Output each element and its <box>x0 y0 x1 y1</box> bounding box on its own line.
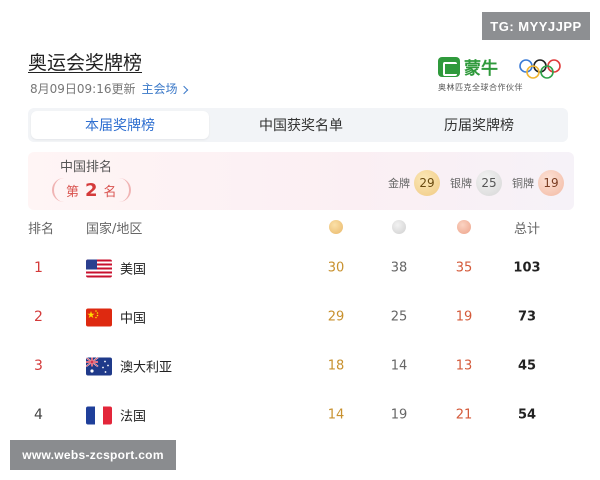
bronze-medal-icon <box>457 220 471 234</box>
chevron-right-icon <box>179 85 188 95</box>
country-name: 法国 <box>120 409 147 425</box>
total-count: 54 <box>517 407 537 423</box>
row-country: 中国 <box>86 308 146 327</box>
china-gold-summary: 金牌 29 <box>388 170 440 196</box>
sponsor-block: 蒙牛 奥林匹克全球合作伙伴 <box>438 54 568 94</box>
gold-medal-icon: 29 <box>414 170 440 196</box>
bronze-count: 21 <box>455 407 473 423</box>
table-header: 排名 国家/地区 总计 <box>22 218 578 242</box>
row-rank: 3 <box>34 358 43 374</box>
china-bronze-summary: 铜牌 19 <box>512 170 564 196</box>
rank-prefix: 第 <box>66 184 80 200</box>
gold-count: 29 <box>327 309 345 325</box>
gold-count: 18 <box>327 358 345 374</box>
bronze-label: 铜牌 <box>512 177 534 190</box>
fr-flag-icon <box>86 406 112 424</box>
china-rank-label: 中国排名 <box>60 160 113 175</box>
gold-count: 30 <box>327 260 345 276</box>
total-count: 103 <box>513 260 541 276</box>
table-row[interactable]: 1 美国 30 38 35 103 <box>22 244 578 292</box>
row-rank: 2 <box>34 309 43 325</box>
sponsor-brand: 蒙牛 <box>464 59 498 79</box>
row-country: 美国 <box>86 259 146 278</box>
update-time: 8月09日09:16更新 <box>30 82 136 96</box>
silver-label: 银牌 <box>450 177 472 190</box>
china-silver-summary: 银牌 25 <box>450 170 502 196</box>
country-name: 澳大利亚 <box>120 360 173 376</box>
country-name: 中国 <box>120 311 147 327</box>
au-flag-icon <box>86 357 112 375</box>
gold-count: 14 <box>327 407 345 423</box>
bronze-medal-icon: 19 <box>538 170 564 196</box>
silver-medal-icon: 25 <box>476 170 502 196</box>
table-row[interactable]: 4 法国 14 19 21 54 <box>22 391 578 439</box>
bronze-count: 19 <box>455 309 473 325</box>
silver-count: 25 <box>390 309 408 325</box>
venue-link-label: 主会场 <box>141 82 178 96</box>
tg-watermark-tag: TG: MYYJJPP <box>482 12 590 40</box>
silver-medal-icon <box>392 220 406 234</box>
header-bronze[interactable] <box>452 218 476 234</box>
us-flag-icon <box>86 259 112 277</box>
page-title[interactable]: 奥运会奖牌榜 <box>28 48 142 75</box>
venue-link[interactable]: 主会场 <box>141 80 188 97</box>
silver-count: 14 <box>390 358 408 374</box>
header-country: 国家/地区 <box>86 222 143 237</box>
sponsor-subtitle: 奥林匹克全球合作伙伴 <box>438 83 523 92</box>
total-count: 45 <box>517 358 537 374</box>
tab-bar: 本届奖牌榜 中国获奖名单 历届奖牌榜 <box>28 108 568 142</box>
header-silver[interactable] <box>387 218 411 234</box>
table-row[interactable]: 2 中国 29 25 19 73 <box>22 293 578 341</box>
row-country: 澳大利亚 <box>86 357 172 376</box>
silver-count: 38 <box>390 260 408 276</box>
site-watermark: www.webs-zcsport.com <box>10 440 176 470</box>
row-rank: 4 <box>34 407 43 423</box>
china-medal-summary: 金牌 29 银牌 25 铜牌 19 <box>388 170 564 196</box>
tab-china-winners[interactable]: 中国获奖名单 <box>212 108 390 142</box>
update-line: 8月09日09:16更新 主会场 <box>30 80 188 97</box>
mengniu-logo: 蒙牛 <box>438 54 498 79</box>
bronze-count: 13 <box>455 358 473 374</box>
bronze-count: 35 <box>455 260 473 276</box>
mengniu-mark-icon <box>438 56 460 77</box>
silver-count: 19 <box>390 407 408 423</box>
tab-history-medals[interactable]: 历届奖牌榜 <box>390 108 568 142</box>
header-gold[interactable] <box>324 218 348 234</box>
cn-flag-icon <box>86 308 112 326</box>
olympic-rings-icon <box>519 59 561 79</box>
china-rank-badge: 第 2 名 <box>52 178 131 202</box>
row-rank: 1 <box>34 260 43 276</box>
tab-current-medals[interactable]: 本届奖牌榜 <box>31 111 209 139</box>
header-rank: 排名 <box>28 222 55 237</box>
header-total[interactable]: 总计 <box>510 218 544 237</box>
gold-label: 金牌 <box>388 177 410 190</box>
row-country: 法国 <box>86 406 146 425</box>
china-rank-summary: 中国排名 第 2 名 金牌 29 银牌 25 铜牌 19 <box>28 152 574 210</box>
rank-suffix: 名 <box>103 184 117 200</box>
medal-table-card: 奥运会奖牌榜 8月09日09:16更新 主会场 蒙牛 奥林匹克全球合作伙伴 本届… <box>22 42 578 440</box>
country-name: 美国 <box>120 262 147 278</box>
table-row[interactable]: 3 澳大利亚 18 14 13 45 <box>22 342 578 390</box>
gold-medal-icon <box>329 220 343 234</box>
china-rank-number: 2 <box>85 179 98 201</box>
total-count: 73 <box>517 309 537 325</box>
